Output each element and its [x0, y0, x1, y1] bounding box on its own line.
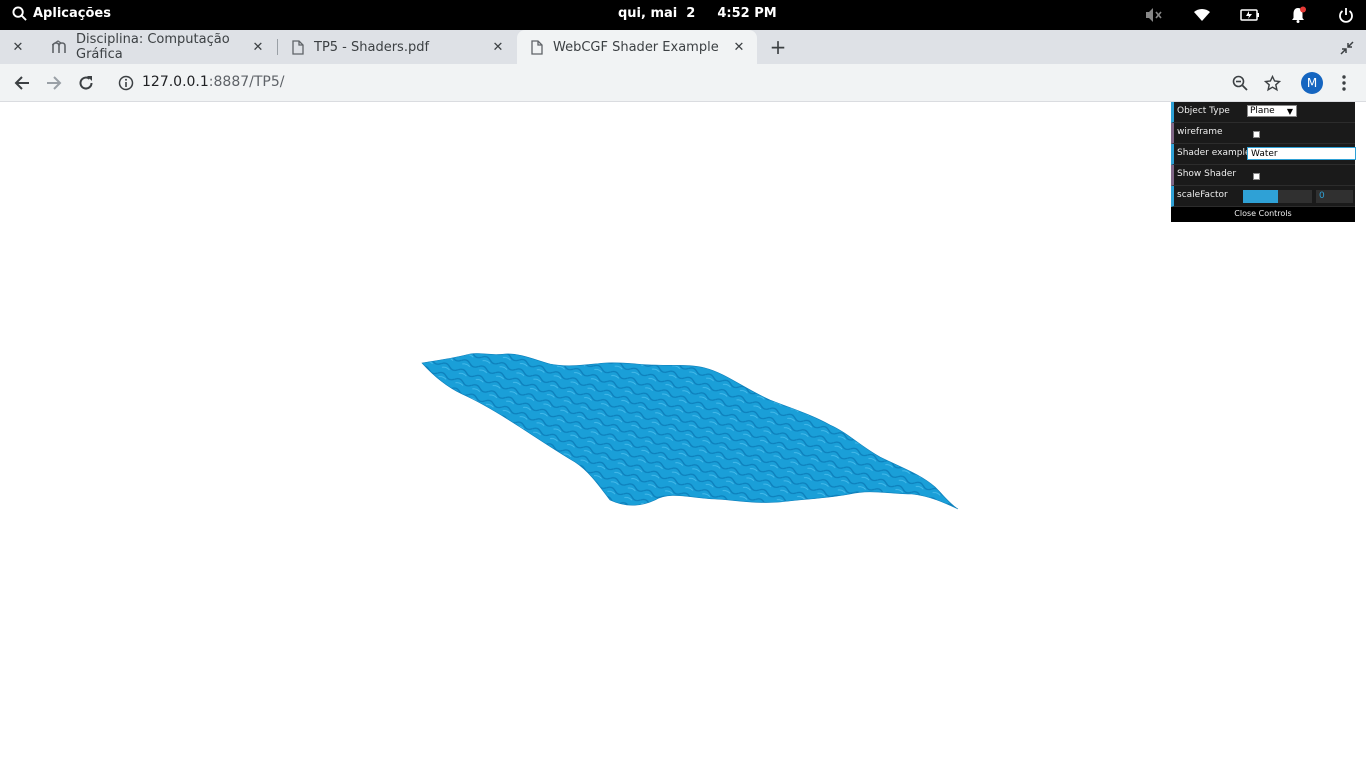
zoom-icon[interactable]	[1230, 73, 1250, 93]
webgl-canvas[interactable]	[0, 102, 1366, 768]
info-icon[interactable]	[118, 75, 134, 91]
bookmark-star-icon[interactable]	[1262, 73, 1282, 93]
volume-muted-icon[interactable]	[1144, 5, 1164, 25]
wireframe-label: wireframe	[1177, 127, 1223, 137]
forward-arrow-icon[interactable]	[44, 73, 64, 93]
url-path: :8887/TP5/	[208, 74, 285, 90]
new-tab-icon[interactable]: +	[768, 35, 788, 59]
reload-icon[interactable]	[76, 73, 96, 93]
tab-webcgf-shader[interactable]: WebCGF Shader Example ✕	[517, 30, 757, 64]
tab-title: Disciplina: Computação Gráfica	[76, 32, 230, 62]
scale-factor-slider[interactable]	[1243, 190, 1312, 203]
moodle-icon	[52, 39, 68, 55]
system-top-bar: Aplicações qui, mai 2 4:52 PM	[0, 0, 1366, 30]
scale-factor-label: scaleFactor	[1177, 190, 1228, 200]
clock[interactable]: qui, mai 2 4:52 PM	[618, 6, 777, 21]
show-shader-label: Show Shader	[1177, 169, 1237, 179]
object-type-select[interactable]: Plane ▼	[1247, 105, 1297, 117]
scale-factor-input[interactable]: 0	[1316, 190, 1353, 203]
wireframe-checkbox[interactable]	[1253, 131, 1260, 138]
water-plane	[421, 353, 959, 510]
search-icon	[12, 6, 27, 21]
show-shader-checkbox[interactable]	[1253, 173, 1260, 180]
url-host: 127.0.0.1	[142, 74, 209, 90]
wifi-icon[interactable]	[1192, 5, 1212, 25]
time-label: 4:52 PM	[717, 6, 777, 21]
document-icon	[290, 39, 306, 55]
url-text: 127.0.0.1:8887/TP5/	[142, 74, 284, 90]
tab-close-icon[interactable]: ✕	[250, 39, 266, 55]
dropdown-arrow-icon: ▼	[1286, 107, 1293, 116]
address-bar[interactable]: 127.0.0.1:8887/TP5/	[108, 68, 1288, 98]
tab-disciplina[interactable]: Disciplina: Computação Gráfica ✕	[40, 30, 276, 64]
tab-title: TP5 - Shaders.pdf	[314, 39, 430, 55]
close-window-icon[interactable]: ✕	[10, 39, 26, 55]
shader-examples-select[interactable]: Water	[1247, 147, 1356, 160]
back-arrow-icon[interactable]	[12, 73, 32, 93]
object-type-label: Object Type	[1177, 106, 1230, 116]
controls-panel: Object Type Plane ▼ wireframe Shader exa…	[1171, 102, 1356, 222]
show-shader-row: Show Shader	[1171, 165, 1355, 186]
object-type-value: Plane	[1250, 106, 1275, 116]
scale-factor-row: scaleFactor 0	[1171, 186, 1355, 207]
applications-menu[interactable]: Aplicações	[12, 6, 111, 21]
tab-close-icon[interactable]: ✕	[731, 39, 747, 55]
system-tray	[1144, 5, 1356, 25]
close-controls-button[interactable]: Close Controls	[1171, 207, 1355, 222]
tab-tp5-pdf[interactable]: TP5 - Shaders.pdf ✕	[278, 30, 516, 64]
tab-strip: ✕ Disciplina: Computação Gráfica ✕ TP5 -…	[0, 30, 1366, 64]
slider-fill	[1243, 190, 1278, 203]
date-label: qui, mai 2	[618, 6, 696, 21]
kebab-menu-icon[interactable]	[1334, 73, 1354, 93]
object-type-row: Object Type Plane ▼	[1171, 102, 1355, 123]
wireframe-row: wireframe	[1171, 123, 1355, 144]
applications-label: Aplicações	[33, 6, 111, 21]
tab-title: WebCGF Shader Example	[553, 39, 719, 55]
shader-examples-row: Shader examples Water	[1171, 144, 1356, 165]
water-surface	[421, 353, 959, 510]
battery-icon[interactable]	[1240, 5, 1260, 25]
notification-bell-icon[interactable]	[1288, 5, 1308, 25]
shader-examples-label: Shader examples	[1177, 148, 1256, 158]
profile-avatar[interactable]: M	[1301, 72, 1323, 94]
document-icon	[529, 39, 545, 55]
power-icon[interactable]	[1336, 5, 1356, 25]
restore-window-icon[interactable]	[1340, 40, 1354, 55]
tab-close-icon[interactable]: ✕	[490, 39, 506, 55]
browser-toolbar: 127.0.0.1:8887/TP5/ M	[0, 64, 1366, 102]
